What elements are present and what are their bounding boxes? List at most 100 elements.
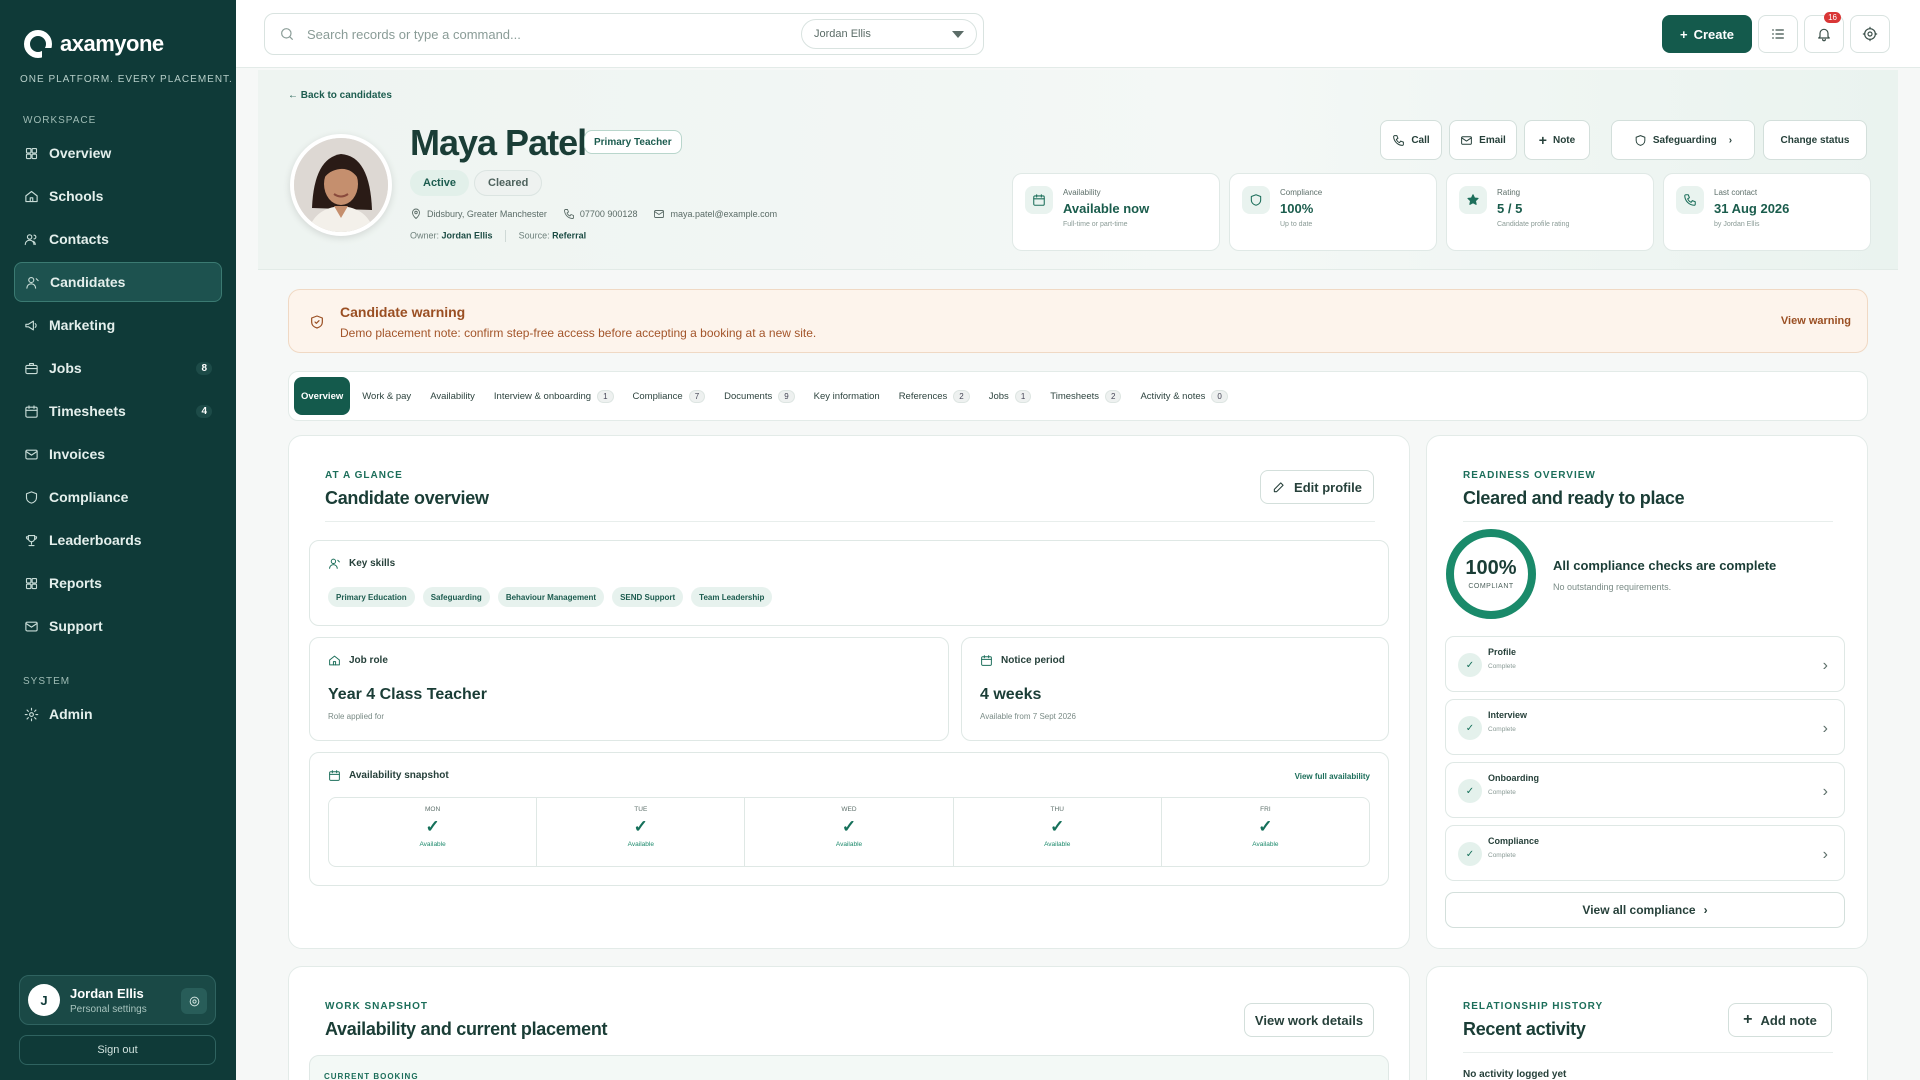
day-name: WED [841,806,857,813]
candidate-overview-card: AT A GLANCE Candidate overview Edit prof… [288,435,1410,949]
tab-timesheets[interactable]: Timesheets 2 [1043,377,1128,415]
sidebar-item-leaderboards[interactable]: Leaderboards [14,520,222,560]
day-status: Available [627,841,654,848]
home-icon [329,655,340,666]
tab-references[interactable]: References 2 [892,377,977,415]
sidebar-item-overview[interactable]: Overview [14,133,222,173]
check-icon: ✓ [633,817,648,836]
plus-icon: + [1743,1011,1753,1028]
shield-icon [1250,194,1262,206]
create-button[interactable]: + Create [1662,15,1752,53]
add-note-button[interactable]: + Add note [1728,1003,1832,1037]
edit-profile-label: Edit profile [1294,479,1362,495]
sidebar-item-jobs[interactable]: Jobs 8 [14,348,222,388]
brand-tagline: ONE PLATFORM. EVERY PLACEMENT. [20,74,233,85]
edit-profile-button[interactable]: Edit profile [1260,470,1374,504]
tab-compliance[interactable]: Compliance 7 [626,377,713,415]
stat-sub: Candidate profile rating [1497,221,1570,228]
day-status: Available [1252,841,1279,848]
tab-availability[interactable]: Availability [423,377,482,415]
check-icon: ✓ [1258,817,1273,836]
stat-sub: by Jordan Ellis [1714,221,1760,228]
settings-button[interactable] [1850,15,1890,53]
sidebar-item-admin[interactable]: Admin [14,694,222,734]
change-status-button[interactable]: Change status [1763,120,1867,160]
tab-work-pay[interactable]: Work & pay [355,377,418,415]
back-link[interactable]: ← Back to candidates [288,90,392,101]
megaphone-icon [25,320,37,330]
user-card[interactable]: J Jordan Ellis Personal settings [19,975,216,1025]
settings-button[interactable] [181,988,207,1014]
sidebar-item-label: Admin [49,706,93,722]
availability-day: MON ✓ Available [329,798,538,866]
search-input[interactable]: Search records or type a command... Jord… [264,13,984,55]
sidebar-item-label: Timesheets [49,403,126,419]
stat-value: Available now [1063,201,1150,216]
sign-out-button[interactable]: Sign out [19,1035,216,1065]
mail-icon [25,449,38,459]
stat-label: Compliance [1280,188,1323,197]
availability-header: Availability snapshot [328,769,449,782]
sidebar-item-label: Compliance [49,489,129,505]
eyebrow: RELATIONSHIP HISTORY [1463,1001,1604,1012]
status-badge-active[interactable]: Active [410,170,470,196]
list-view-button[interactable] [1758,15,1798,53]
sidebar-item-schools[interactable]: Schools [14,176,222,216]
tab-overview[interactable]: Overview [294,377,351,415]
compliance-percent: 100% [1465,557,1517,579]
view-all-compliance-button[interactable]: View all compliance › [1445,892,1845,928]
trophy-icon [25,534,38,546]
call-button[interactable]: Call [1380,120,1442,160]
notification-count: 16 [1824,12,1841,23]
availability-day: THU ✓ Available [954,798,1162,866]
status-badge-cleared[interactable]: Cleared [474,170,543,196]
compliance-check-onboarding[interactable]: ✓ Onboarding Complete › [1445,762,1845,818]
system-label: SYSTEM [23,676,71,687]
notice-period-panel: Notice period 4 weeks Available from 7 S… [961,637,1389,741]
note-label: Note [1552,134,1576,146]
tab-interview-onboarding[interactable]: Interview & onboarding 1 [487,377,621,415]
sidebar-item-candidates[interactable]: Candidates [14,262,222,302]
empty-activity: No activity logged yet [1463,1069,1567,1080]
sidebar-item-timesheets[interactable]: Timesheets 4 [14,391,222,431]
job-role-sub: Role applied for [328,712,385,721]
eyebrow: AT A GLANCE [325,470,403,481]
tab-key-information[interactable]: Key information [807,377,887,415]
key-skills-header: Key skills [328,557,395,570]
sidebar-nav: Overview Schools Contacts Candidates Marketi… [14,133,222,649]
brand-logo[interactable]: axamyone [24,30,164,58]
tab-label: Availability [430,390,475,402]
compliance-check-profile[interactable]: ✓ Profile Complete › [1445,636,1845,692]
sidebar-item-reports[interactable]: Reports [14,563,222,603]
email-button[interactable]: Email [1449,120,1517,160]
readiness-summary-title: All compliance checks are complete [1553,558,1777,573]
tab-jobs[interactable]: Jobs 1 [982,377,1039,415]
logo-icon [24,30,52,58]
sidebar-item-contacts[interactable]: Contacts [14,219,222,259]
tab-label: Timesheets [1050,390,1100,402]
note-button[interactable]: + Note [1524,120,1590,160]
stat-label: Rating [1497,188,1521,197]
email[interactable]: maya.patel@example.com [653,208,777,220]
phone[interactable]: 07700 900128 [563,208,637,220]
view-warning-link[interactable]: View warning [1781,315,1851,327]
sidebar-item-marketing[interactable]: Marketing [14,305,222,345]
job-role-header: Job role [328,654,388,667]
view-full-availability-link[interactable]: View full availability [1295,772,1370,781]
view-work-details-button[interactable]: View work details [1244,1003,1374,1037]
safeguarding-button[interactable]: Safeguarding › [1611,120,1755,160]
tab-documents[interactable]: Documents 9 [717,377,802,415]
compliance-check-interview[interactable]: ✓ Interview Complete › [1445,699,1845,755]
sidebar-item-support[interactable]: Support [14,606,222,646]
sidebar-item-invoices[interactable]: Invoices [14,434,222,474]
notifications-button[interactable]: 16 [1804,12,1844,53]
day-name: FRI [1260,806,1271,813]
pencil-icon [1273,482,1284,493]
owner-select[interactable]: Jordan Ellis [801,19,977,49]
sidebar-item-compliance[interactable]: Compliance [14,477,222,517]
sidebar-item-label: Jobs [49,360,82,376]
compliance-check-compliance[interactable]: ✓ Compliance Complete › [1445,825,1845,881]
check-icon: ✓ [1458,842,1482,866]
tab-activity-notes[interactable]: Activity & notes 0 [1133,377,1234,415]
owner-select-value: Jordan Ellis [814,28,871,40]
